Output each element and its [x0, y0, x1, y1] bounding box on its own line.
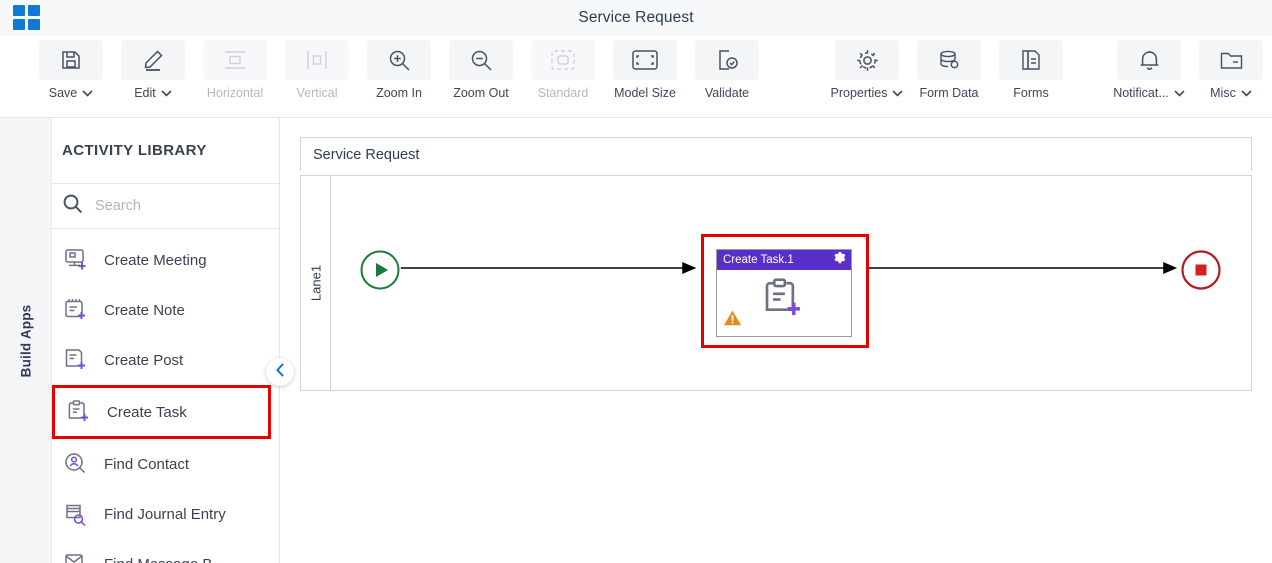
bell-icon: [1117, 40, 1181, 80]
database-icon: [917, 40, 981, 80]
chevron-left-icon: [275, 363, 286, 382]
activity-label: Find Journal Entry: [104, 505, 226, 523]
sidebar-collapse-button[interactable]: [266, 358, 294, 386]
activity-label: Find Message B: [104, 556, 212, 563]
find-message-icon: [62, 549, 90, 563]
toolbar-label-notifications: Notificat...: [1113, 86, 1169, 100]
toolbar-button-standard: Standard: [522, 36, 604, 112]
canvas-header-title: Service Request: [300, 137, 1252, 171]
toolbar-label-forms: Forms: [1013, 86, 1049, 100]
activity-label: Create Post: [104, 351, 184, 369]
search-icon: [62, 193, 83, 219]
toolbar-label-form-data: Form Data: [919, 86, 979, 100]
search-input[interactable]: [95, 198, 245, 214]
create-note-icon: [62, 295, 90, 325]
toolbar-label-properties: Properties: [830, 86, 888, 100]
toolbar-button-validate[interactable]: Validate: [686, 36, 768, 112]
find-contact-icon: [62, 449, 90, 479]
toolbar-label-zoom-out: Zoom Out: [453, 86, 509, 100]
diagram-area[interactable]: Create Task.1: [331, 176, 1251, 390]
activity-item-find-message[interactable]: Find Message B: [52, 539, 279, 563]
lane-label: Lane1: [308, 264, 323, 302]
chevron-down-icon[interactable]: [1174, 89, 1185, 97]
toolbar-button-zoom-in[interactable]: Zoom In: [358, 36, 440, 112]
toolbar-button-model-size[interactable]: Model Size: [604, 36, 686, 112]
task-node-create-task-1[interactable]: Create Task.1: [701, 234, 869, 348]
gear-icon[interactable]: [833, 251, 846, 269]
task-node-header: Create Task.1: [717, 250, 851, 270]
activity-item-create-meeting[interactable]: Create Meeting: [52, 235, 279, 285]
toolbar-button-horizontal: Horizontal: [194, 36, 276, 112]
folder-icon: [1199, 40, 1263, 80]
validate-check-icon: [695, 40, 759, 80]
vertical-layout-icon: [285, 40, 349, 80]
toolbar-label-save: Save: [48, 86, 78, 100]
toolbar-label-zoom-in: Zoom In: [376, 86, 422, 100]
zoom-in-icon: [367, 40, 431, 80]
canvas-body[interactable]: Lane1 Create Task.1: [300, 175, 1252, 391]
create-task-icon: [761, 276, 807, 329]
process-canvas: Service Request Lane1 Create Task.1: [300, 137, 1252, 413]
activity-label: Create Task: [107, 403, 187, 421]
warning-triangle-icon[interactable]: [723, 309, 742, 332]
pencil-edit-icon: [121, 40, 185, 80]
activity-list: Create Meeting Create Note Create Post C…: [52, 229, 279, 563]
find-journal-entry-icon: [62, 499, 90, 529]
toolbar-label-model-size: Model Size: [614, 86, 676, 100]
toolbar-button-forms[interactable]: Forms: [990, 36, 1072, 112]
chevron-down-icon[interactable]: [1241, 89, 1252, 97]
activity-item-find-journal-entry[interactable]: Find Journal Entry: [52, 489, 279, 539]
activity-label: Create Note: [104, 301, 185, 319]
toolbar-label-edit: Edit: [134, 86, 156, 100]
main-toolbar: Save Edit Horizontal Vertical Zoom In Zo…: [0, 36, 1272, 118]
toolbar-label-horizontal: Horizontal: [206, 86, 264, 100]
activity-label: Find Contact: [104, 455, 190, 473]
left-rail[interactable]: Build Apps: [0, 118, 52, 563]
create-meeting-icon: [62, 245, 90, 275]
stop-square-icon: [1195, 264, 1207, 276]
toolbar-button-zoom-out[interactable]: Zoom Out: [440, 36, 522, 112]
toolbar-button-save[interactable]: Save: [30, 36, 112, 112]
toolbar-label-vertical: Vertical: [296, 86, 338, 100]
activity-item-create-task[interactable]: Create Task: [52, 385, 271, 439]
activity-item-find-contact[interactable]: Find Contact: [52, 439, 279, 489]
create-task-icon: [65, 397, 93, 427]
activity-library-panel: ACTIVITY LIBRARY Create Meeting: [52, 118, 280, 563]
chevron-down-icon[interactable]: [82, 89, 93, 97]
end-event[interactable]: [1180, 249, 1222, 296]
standard-size-icon: [531, 40, 595, 80]
activity-label: Create Meeting: [104, 251, 207, 269]
document-icon: [999, 40, 1063, 80]
create-post-icon: [62, 345, 90, 375]
activity-item-create-note[interactable]: Create Note: [52, 285, 279, 335]
toolbar-button-vertical: Vertical: [276, 36, 358, 112]
chevron-down-icon[interactable]: [161, 89, 172, 97]
app-grid-icon[interactable]: [13, 5, 41, 31]
zoom-out-icon: [449, 40, 513, 80]
page-title: Service Request: [578, 9, 694, 26]
toolbar-label-standard: Standard: [537, 86, 589, 100]
toolbar-label-validate: Validate: [704, 86, 750, 100]
search-row[interactable]: [52, 184, 279, 229]
model-size-icon: [613, 40, 677, 80]
toolbar-button-misc[interactable]: Misc: [1190, 36, 1272, 112]
chevron-down-icon[interactable]: [892, 89, 904, 97]
save-floppy-icon: [39, 40, 103, 80]
task-node-title: Create Task.1: [723, 254, 794, 266]
task-node-inner: Create Task.1: [716, 249, 852, 337]
lane-header[interactable]: Lane1: [301, 176, 331, 390]
horizontal-layout-icon: [203, 40, 267, 80]
gear-icon: [835, 40, 899, 80]
toolbar-label-misc: Misc: [1210, 86, 1236, 100]
toolbar-button-form-data[interactable]: Form Data: [908, 36, 990, 112]
title-bar: Service Request: [0, 0, 1272, 36]
task-node-body: [717, 270, 851, 337]
toolbar-button-notifications[interactable]: Notificat...: [1108, 36, 1190, 112]
start-event[interactable]: [359, 249, 401, 296]
rail-label-build-apps[interactable]: Build Apps: [18, 304, 33, 377]
activity-library-title: ACTIVITY LIBRARY: [52, 118, 279, 184]
activity-item-create-post[interactable]: Create Post: [52, 335, 279, 385]
toolbar-button-edit[interactable]: Edit: [112, 36, 194, 112]
toolbar-button-properties[interactable]: Properties: [826, 36, 908, 112]
